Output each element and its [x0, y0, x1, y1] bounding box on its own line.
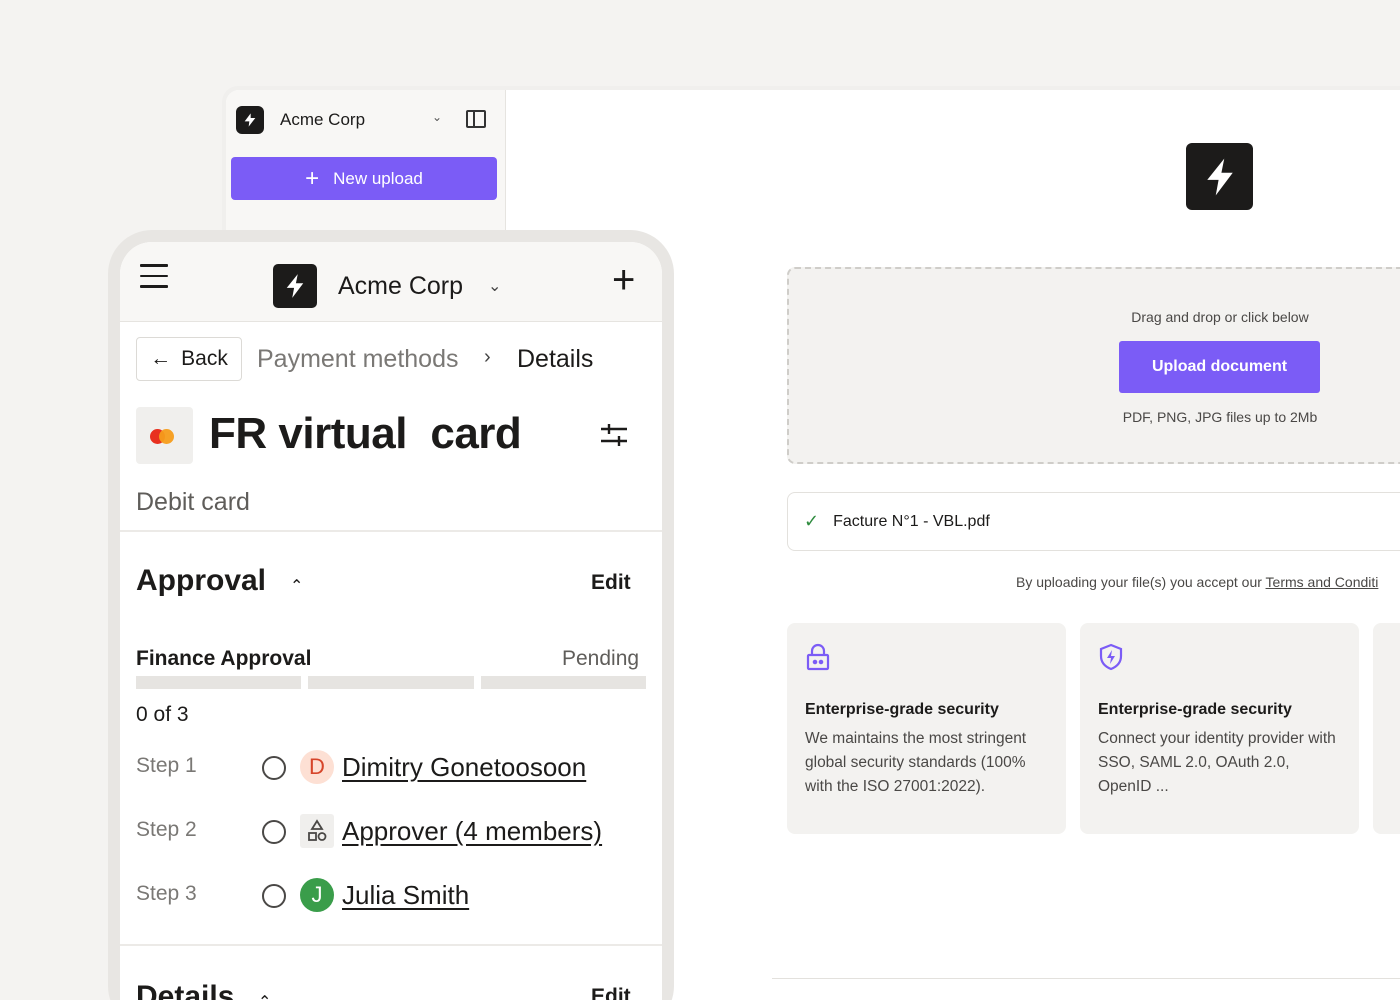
shield-bolt-icon — [1098, 643, 1341, 679]
lock-icon — [805, 643, 1048, 679]
progress-segment — [308, 676, 474, 689]
dropzone-hint: Drag and drop or click below — [1131, 309, 1309, 325]
bolt-logo-icon — [236, 106, 264, 134]
settings-sliders-icon[interactable] — [599, 420, 629, 450]
plus-icon: + — [305, 164, 320, 192]
add-icon[interactable]: + — [612, 260, 635, 300]
arrow-left-icon: ← — [150, 347, 172, 370]
approver-link[interactable]: Dimitry Gonetoosoon — [342, 752, 586, 783]
feature-card: Enterprise-grade security Connect your i… — [1080, 623, 1359, 834]
approver-link[interactable]: Approver (4 members) — [342, 816, 602, 847]
step-label: Step 1 — [136, 754, 197, 777]
step-radio[interactable] — [262, 820, 286, 844]
dropzone-file-types: PDF, PNG, JPG files up to 2Mb — [1122, 409, 1318, 425]
avatar: J — [300, 878, 334, 912]
terms-prefix: By uploading your file(s) you accept our — [1016, 574, 1266, 590]
approval-edit-button[interactable]: Edit — [591, 571, 631, 595]
chevron-down-icon: ⌄ — [432, 110, 443, 124]
divider — [120, 944, 662, 946]
step-radio[interactable] — [262, 756, 286, 780]
card-subtitle: Debit card — [136, 488, 250, 516]
back-button[interactable]: ← Back — [136, 337, 242, 381]
feature-body: Connect your identity provider with SSO,… — [1098, 730, 1336, 795]
approval-step: Step 3 J Julia Smith — [136, 878, 656, 914]
feature-body: We maintains the most stringent global s… — [805, 730, 1027, 795]
group-icon — [300, 814, 334, 848]
approval-progress-bar — [136, 676, 646, 689]
step-label: Step 3 — [136, 882, 197, 905]
step-radio[interactable] — [262, 884, 286, 908]
bolt-logo-icon — [273, 264, 317, 308]
breadcrumb-parent[interactable]: Payment methods — [257, 345, 459, 374]
approver-link[interactable]: Julia Smith — [342, 880, 469, 911]
approver-member-count: (4 members) — [447, 816, 603, 846]
back-label: Back — [181, 347, 228, 370]
feature-card: Enterprise-grade security We maintains t… — [787, 623, 1066, 834]
upload-document-button[interactable]: Upload document — [1119, 341, 1320, 393]
mobile-device: Acme Corp ⌄ + ← Back Payment methods › D… — [108, 230, 674, 1000]
terms-link[interactable]: Terms and Conditi — [1266, 574, 1379, 590]
chevron-up-icon[interactable]: ⌃ — [290, 576, 303, 596]
progress-segment — [136, 676, 302, 689]
details-edit-button[interactable]: Edit — [591, 985, 631, 1000]
chevron-down-icon[interactable]: ⌄ — [488, 276, 501, 296]
status-badge: Pending — [562, 647, 640, 670]
feature-card-partial — [1373, 623, 1400, 834]
divider — [772, 978, 1400, 979]
avatar: D — [300, 750, 334, 784]
terms-notice: By uploading your file(s) you accept our… — [1016, 574, 1378, 590]
workspace-switcher[interactable]: Acme Corp ⌄ — [236, 104, 496, 136]
approval-flow-name: Finance Approval — [136, 647, 312, 670]
upload-dropzone[interactable]: Drag and drop or click below Upload docu… — [787, 267, 1400, 464]
brand-logo-icon — [1186, 143, 1253, 210]
menu-icon[interactable] — [140, 264, 168, 288]
chevron-up-icon[interactable]: ⌃ — [258, 992, 271, 1000]
step-label: Step 2 — [136, 818, 197, 841]
sidebar-toggle-icon[interactable] — [466, 110, 486, 128]
new-upload-label: New upload — [333, 168, 423, 188]
feature-title: Enterprise-grade security — [805, 701, 999, 718]
mastercard-icon — [136, 407, 193, 464]
approval-count: 0 of 3 — [136, 703, 189, 726]
uploaded-file-name: Facture N°1 - VBL.pdf — [833, 512, 990, 530]
approval-step: Step 2 Approver (4 members) — [136, 814, 656, 850]
progress-segment — [480, 676, 646, 689]
workspace-name[interactable]: Acme Corp — [338, 272, 463, 301]
workspace-name: Acme Corp — [280, 110, 366, 129]
check-icon: ✓ — [804, 511, 820, 531]
chevron-right-icon: › — [484, 346, 491, 368]
page-title: FR virtual card — [209, 409, 522, 458]
new-upload-button[interactable]: + New upload — [231, 157, 497, 200]
approval-step: Step 1 D Dimitry Gonetoosoon — [136, 750, 656, 786]
divider — [120, 530, 662, 532]
mobile-screen: Acme Corp ⌄ + ← Back Payment methods › D… — [120, 242, 662, 1000]
approver-name: Approver — [342, 816, 448, 846]
feature-title: Enterprise-grade security — [1098, 701, 1292, 718]
approval-heading: Approval — [136, 564, 267, 597]
details-heading: Details — [136, 980, 235, 1000]
breadcrumb-current: Details — [517, 345, 594, 373]
uploaded-file-row[interactable]: ✓ Facture N°1 - VBL.pdf — [787, 492, 1400, 551]
mobile-header: Acme Corp ⌄ + — [120, 242, 662, 322]
